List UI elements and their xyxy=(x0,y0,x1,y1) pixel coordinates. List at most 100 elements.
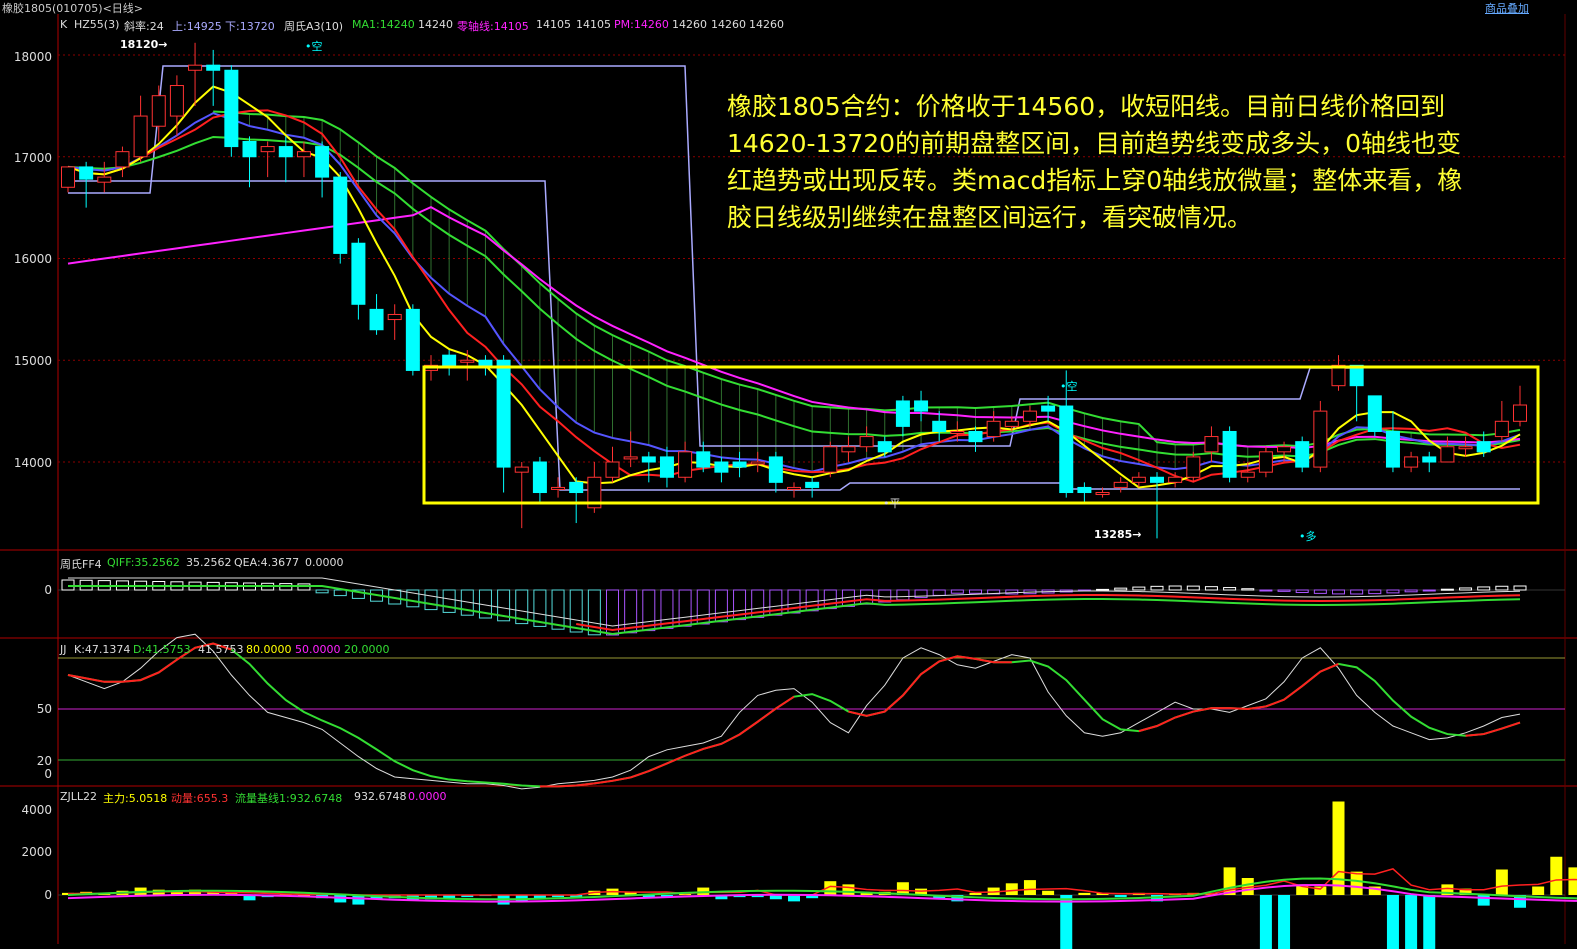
hdr-zero-v2: 14105 xyxy=(576,18,611,31)
candle-body xyxy=(1022,410,1037,422)
candle-body xyxy=(1440,446,1455,463)
signal-short-2: •空 xyxy=(1060,380,1078,393)
ff4-bar xyxy=(1495,585,1509,591)
zjll-bar xyxy=(969,892,982,895)
zjll-bar xyxy=(1550,856,1563,895)
zjll-main: 主力:5.0518 xyxy=(103,792,168,805)
ff4-bar xyxy=(333,589,347,597)
hdr-ma1-val: 14240 xyxy=(418,18,453,31)
zjll-bar xyxy=(1532,886,1545,895)
candle-body xyxy=(97,176,112,183)
ff4-bar xyxy=(950,589,964,594)
candle-body xyxy=(551,486,566,490)
zjll-bar xyxy=(1568,867,1577,895)
zjll-bar xyxy=(1078,892,1091,895)
ff4-bar xyxy=(442,589,456,613)
ff4-bar xyxy=(1204,586,1218,591)
ff4-name: 周氏FF4 xyxy=(60,558,102,571)
candle-body xyxy=(1258,451,1273,473)
candle-body xyxy=(1476,441,1491,453)
candle-body xyxy=(1240,471,1255,478)
hdr-pm: PM:14260 xyxy=(614,18,669,31)
y-tick: 0 xyxy=(44,888,52,902)
jj-d: D:41.5753 xyxy=(133,643,191,656)
hdr-zero-v1: 14105 xyxy=(536,18,571,31)
ff4-qiff: QIFF:35.2562 xyxy=(107,556,180,569)
zjll-name: ZJLL22 xyxy=(60,790,98,803)
candle-body xyxy=(877,441,892,453)
ff4-bar xyxy=(1459,587,1473,591)
candle-body xyxy=(478,359,493,366)
ff4-bar xyxy=(1350,589,1364,595)
zjll-bar xyxy=(1386,895,1399,949)
jj-50: 50.0000 xyxy=(295,643,341,656)
candle-body xyxy=(1277,446,1292,453)
y-tick: 17000 xyxy=(13,151,52,165)
candle-body xyxy=(659,456,674,478)
ff4-bar xyxy=(1132,586,1146,591)
ff4-bar xyxy=(1096,588,1110,591)
analysis-note: 橡胶1805合约：价格收于14560，收短阳线。目前日线价格回到 14620-1… xyxy=(727,88,1567,236)
zjll-baseline-val: 932.6748 xyxy=(354,790,407,803)
candle-body xyxy=(859,436,874,448)
candle-body xyxy=(387,313,402,321)
hdr-pm-v1: 14260 xyxy=(672,18,707,31)
ff4-bar xyxy=(1150,585,1164,591)
ff4-bar xyxy=(1513,585,1527,591)
ff4-bar xyxy=(1477,586,1491,591)
hdr-lower: 下:13720 xyxy=(225,20,275,33)
ff4-bar xyxy=(1259,589,1273,592)
candle-body xyxy=(932,420,947,432)
candle-body xyxy=(1204,436,1219,453)
candle-body xyxy=(242,140,257,158)
zjll-bar xyxy=(842,884,855,895)
candle-body xyxy=(1494,420,1509,438)
candle-body xyxy=(405,308,420,371)
candle-body xyxy=(296,151,311,158)
zjll-bar xyxy=(1023,880,1036,895)
zjll-bar xyxy=(1405,895,1418,949)
zjll-bar xyxy=(1423,895,1436,949)
zjll-bar xyxy=(788,895,800,902)
y-tick: 4000 xyxy=(21,803,52,817)
candle-body xyxy=(224,69,239,148)
candle-body xyxy=(787,486,801,490)
candle-body xyxy=(1313,410,1328,468)
candle-body xyxy=(1385,430,1400,468)
ff4-bar xyxy=(860,589,874,605)
candle-body xyxy=(151,95,166,127)
y-tick: 18000 xyxy=(13,50,52,64)
zjll-bar xyxy=(1042,890,1055,895)
candle-body xyxy=(732,461,747,468)
candle-body xyxy=(1131,476,1146,483)
hdr-k: K xyxy=(60,18,68,31)
ff4-bar xyxy=(606,589,619,636)
zjll-bar xyxy=(1259,895,1272,949)
zjll-bar xyxy=(1495,869,1508,895)
zjll-bar xyxy=(1477,895,1490,906)
candle-body xyxy=(188,64,203,71)
candle-body xyxy=(569,481,584,494)
candle-body xyxy=(169,85,184,117)
hdr-slope: 斜率:24 xyxy=(124,20,164,33)
ff4-bar xyxy=(1223,587,1237,591)
candle-body xyxy=(1004,420,1019,427)
candle-body xyxy=(750,461,765,465)
candle-body xyxy=(369,308,384,331)
low-marker: 13285→ xyxy=(1094,528,1142,541)
zjll-bar xyxy=(1114,895,1127,898)
candle-body xyxy=(333,176,348,254)
jj-k-line xyxy=(67,633,1521,790)
candle-body xyxy=(61,166,75,188)
ff4-bar xyxy=(1295,589,1309,594)
jj-k: K:47.1374 xyxy=(74,643,131,656)
ff4-bar xyxy=(1404,589,1418,593)
candle-body xyxy=(1168,476,1183,483)
signal-long: •多 xyxy=(1299,530,1317,543)
candle-body xyxy=(678,451,693,478)
ff4-qiff-val: 35.2562 xyxy=(186,556,232,569)
candle-body xyxy=(315,146,330,178)
candle-body xyxy=(1295,441,1310,468)
candle-body xyxy=(623,456,638,460)
y-tick: 2000 xyxy=(21,845,52,859)
